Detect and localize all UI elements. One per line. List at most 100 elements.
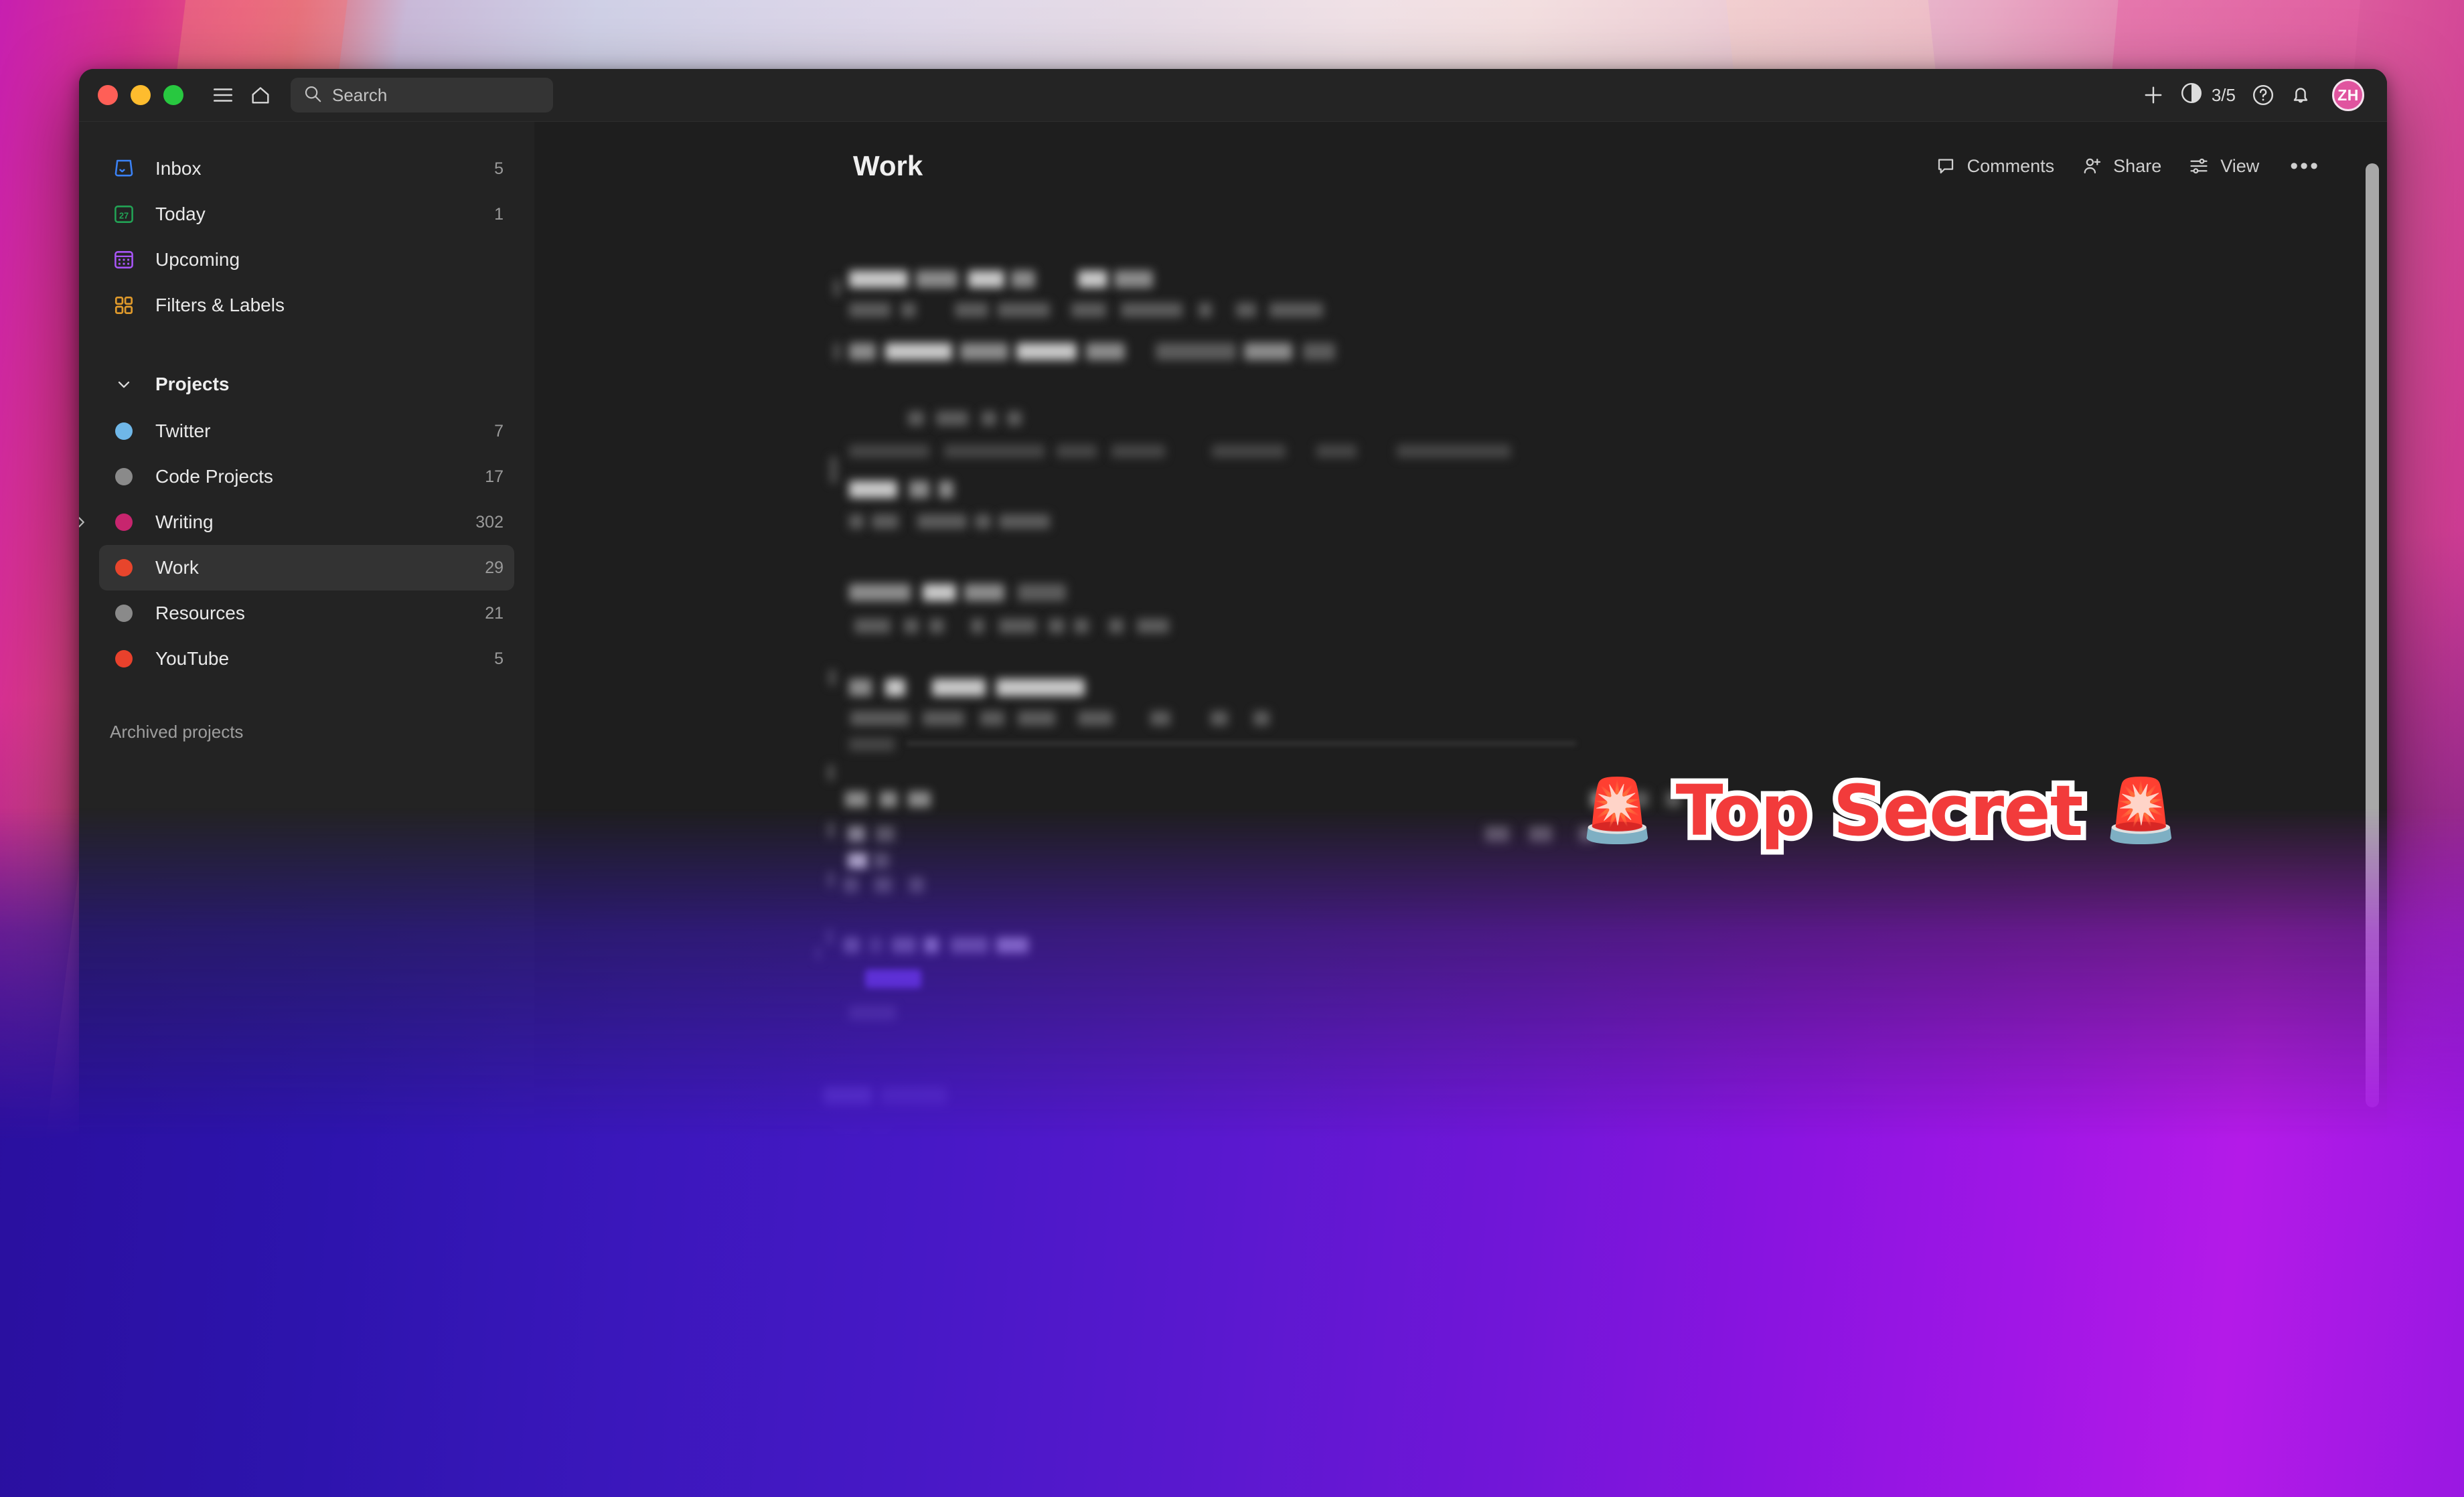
redacted-text: [923, 711, 964, 726]
redacted-text: [980, 711, 1004, 726]
calendar-grid-icon: [110, 246, 138, 274]
home-icon[interactable]: [245, 80, 276, 110]
redacted-text: [1121, 303, 1182, 317]
redacted-text: [880, 1269, 896, 1287]
redacted-text: [1007, 411, 1022, 426]
redacted-text: [996, 937, 1028, 953]
redacted-text: [1591, 791, 1618, 807]
redacted-text: [1018, 711, 1055, 726]
sidebar-item-inbox[interactable]: Inbox 5: [99, 146, 514, 191]
redacted-text: [845, 791, 868, 807]
task-bullet: [826, 929, 833, 945]
redacted-text: [1137, 619, 1169, 633]
redacted-text: [968, 270, 1004, 288]
project-count: 29: [485, 558, 504, 577]
redacted-text: [909, 481, 929, 498]
redacted-text: [1253, 711, 1269, 726]
vertical-scrollbar-thumb[interactable]: [2366, 163, 2379, 1107]
project-label: Twitter: [155, 420, 211, 441]
task-bullet: [834, 279, 840, 297]
redacted-text: [990, 1414, 1002, 1417]
redacted-text: [849, 679, 872, 696]
redacted-text: [1043, 1414, 1058, 1417]
search-input[interactable]: Search: [291, 78, 553, 112]
bell-icon[interactable]: [2285, 80, 2316, 110]
redacted-text: [1632, 791, 1648, 807]
search-icon: [303, 84, 323, 107]
redacted-text: [899, 1304, 933, 1320]
redacted-text: [849, 584, 911, 601]
project-label: YouTube: [155, 648, 230, 669]
redacted-text: [848, 853, 868, 869]
close-window-button[interactable]: [98, 85, 118, 105]
redacted-text: [1109, 619, 1124, 633]
redacted-text: [908, 411, 924, 426]
redacted-text: [935, 1414, 949, 1417]
redacted-text: [892, 937, 916, 953]
project-count: 302: [475, 512, 504, 532]
redacted-text: [999, 514, 1050, 529]
section-collapse-icon[interactable]: [816, 947, 821, 960]
productivity-karma-button[interactable]: 3/5: [2175, 81, 2241, 110]
project-color-dot-icon: [110, 417, 138, 445]
redacted-text: [964, 584, 1004, 601]
redacted-text: [929, 619, 944, 633]
filters-labels-icon: [110, 291, 138, 319]
sidebar-project-resources[interactable]: Resources 21: [99, 590, 514, 636]
sidebar-project-code-projects[interactable]: Code Projects 17: [99, 454, 514, 499]
redacted-text: [849, 1006, 896, 1020]
archived-projects-link[interactable]: Archived projects: [99, 714, 514, 750]
redacted-text: [1316, 445, 1357, 458]
task-divider: [907, 742, 1576, 745]
project-count: 17: [485, 467, 504, 486]
hamburger-icon[interactable]: [208, 80, 238, 110]
redacted-text: [849, 445, 929, 458]
calendar-today-icon: 27: [110, 200, 138, 228]
redacted-text: [923, 584, 956, 601]
projects-section-header[interactable]: Projects: [99, 364, 514, 404]
task-list-redacted: 🚨 Top Secret 🚨: [534, 122, 2387, 1417]
sidebar-item-label: Today: [155, 204, 206, 224]
redacted-text: [849, 343, 876, 360]
project-color-dot-icon: [110, 508, 138, 536]
redacted-text: [917, 514, 967, 529]
redacted-text: [1016, 343, 1077, 360]
project-color-dot-icon: [110, 554, 138, 582]
minimize-window-button[interactable]: [131, 85, 151, 105]
titlebar-actions: 3/5 ZH: [2138, 79, 2364, 111]
redacted-text: [880, 791, 897, 807]
redacted-text: [909, 877, 924, 893]
horizontal-scrollbar-thumb[interactable]: [959, 1401, 2151, 1410]
plus-icon[interactable]: [2138, 80, 2169, 110]
redacted-text: [1199, 303, 1212, 317]
redacted-text: [849, 270, 908, 288]
redacted-text: [1211, 711, 1228, 726]
sidebar-project-writing[interactable]: Writing 302: [79, 499, 514, 545]
sidebar-item-filters-labels[interactable]: Filters & Labels: [99, 283, 514, 328]
zoom-window-button[interactable]: [163, 85, 183, 105]
redacted-text: [1086, 343, 1125, 360]
project-label: Work: [155, 557, 199, 578]
sidebar-project-twitter[interactable]: Twitter 7: [99, 408, 514, 454]
redacted-text: [876, 826, 895, 842]
redacted-text: [1666, 791, 1681, 807]
label-chip[interactable]: [865, 969, 921, 988]
avatar[interactable]: ZH: [2332, 79, 2364, 111]
top-secret-label: Top Secret: [1671, 765, 2089, 857]
redacted-text: [844, 937, 860, 953]
redacted-text: [1485, 826, 1509, 842]
chevron-right-icon[interactable]: [79, 511, 92, 534]
project-count: 7: [494, 421, 504, 441]
redacted-text: [896, 1414, 909, 1417]
productivity-ring-icon: [2179, 81, 2204, 110]
sidebar-project-work[interactable]: Work 29: [99, 545, 514, 590]
sidebar-item-today[interactable]: 27 Today 1: [99, 191, 514, 237]
sidebar-item-upcoming[interactable]: Upcoming: [99, 237, 514, 283]
redacted-text: [849, 738, 895, 751]
redacted-text: [849, 514, 864, 529]
sidebar-project-youtube[interactable]: YouTube 5: [99, 636, 514, 682]
redacted-text: [901, 303, 916, 317]
question-mark-icon[interactable]: [2248, 80, 2279, 110]
redacted-text: [904, 619, 919, 633]
redacted-text: [932, 679, 986, 696]
